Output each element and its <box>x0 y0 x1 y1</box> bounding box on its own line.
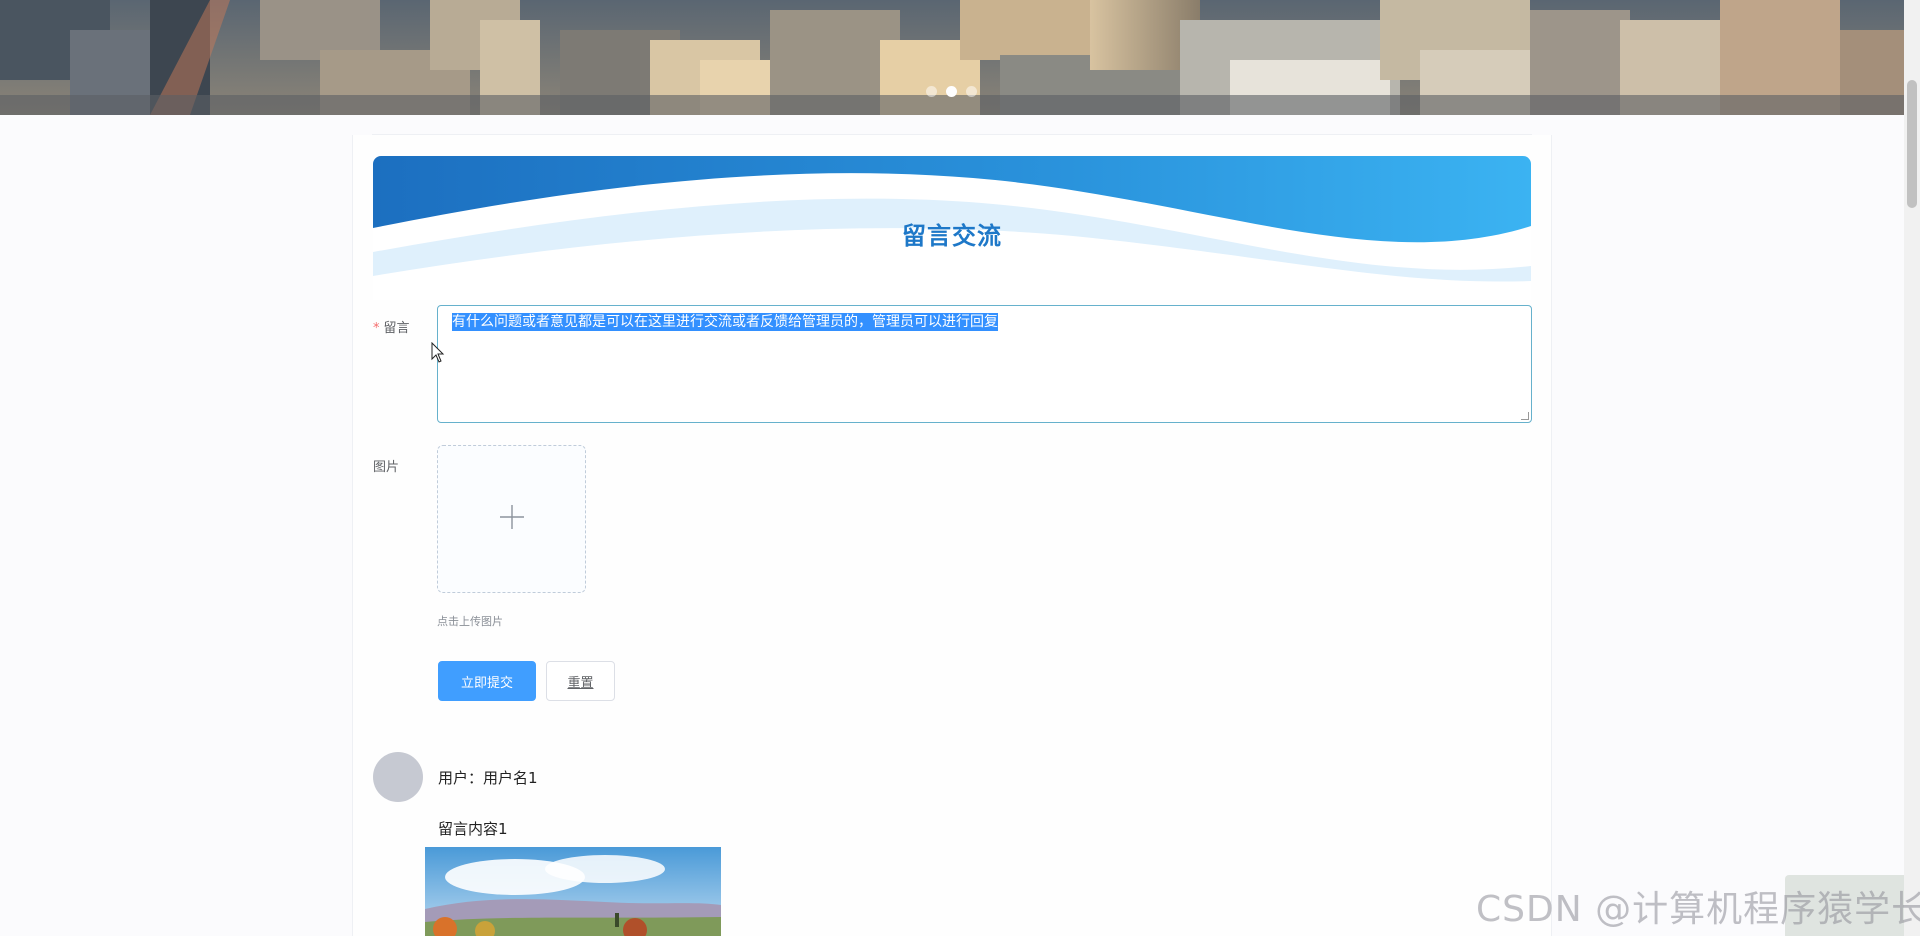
plus-icon <box>499 502 525 536</box>
message-text: 有什么问题或者意见都是可以在这里进行交流或者反馈给管理员的，管理员可以进行回复 <box>452 313 998 331</box>
submit-button[interactable]: 立即提交 <box>438 661 536 701</box>
message-label: 留言 <box>383 321 410 336</box>
mouse-pointer-icon <box>431 341 445 368</box>
upload-tip: 点击上传图片 <box>437 615 503 628</box>
scrollbar-thumb[interactable] <box>1907 80 1917 208</box>
page-title: 留言交流 <box>902 222 1002 250</box>
comment-user: 用户：用户名1 <box>438 769 538 787</box>
banner-carousel[interactable] <box>0 0 1904 115</box>
carousel-dot-1[interactable] <box>926 86 937 97</box>
avatar <box>373 752 423 802</box>
message-textarea[interactable]: 有什么问题或者意见都是可以在这里进行交流或者反馈给管理员的，管理员可以进行回复 <box>437 305 1532 423</box>
carousel-indicators <box>926 86 977 97</box>
section-header: 留言交流 <box>373 156 1531 300</box>
watermark: CSDN @计算机程序猿学长 <box>1476 889 1920 930</box>
required-marker: * <box>373 321 380 336</box>
carousel-dot-3[interactable] <box>966 86 977 97</box>
resize-handle[interactable] <box>1521 412 1529 420</box>
message-label-wrap: * 留言 <box>373 317 410 336</box>
page-scrollbar[interactable] <box>1904 0 1920 936</box>
image-upload-button[interactable] <box>437 445 586 593</box>
comment-image[interactable] <box>425 847 721 936</box>
image-label: 图片 <box>373 460 400 475</box>
comment-content: 留言内容1 <box>438 820 508 838</box>
banner-city-image <box>0 0 1904 115</box>
reset-button[interactable]: 重置 <box>546 661 615 701</box>
carousel-dot-2[interactable] <box>946 86 957 97</box>
